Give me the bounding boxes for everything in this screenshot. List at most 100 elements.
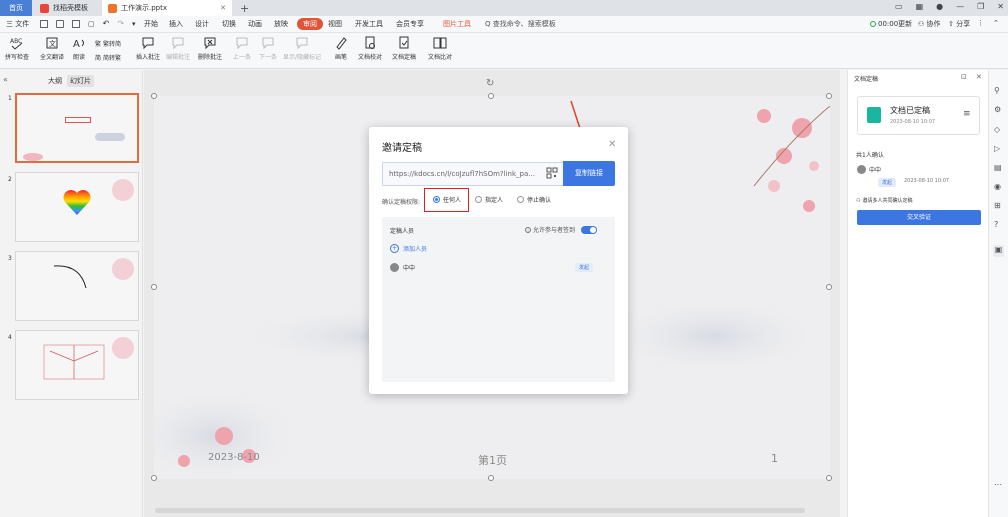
next-comment-button[interactable]: 下一条 (259, 36, 277, 61)
file-menu[interactable]: 三 文件 (6, 19, 29, 29)
resize-handle[interactable] (151, 475, 157, 481)
initiator-badge: 发起 (575, 263, 594, 272)
location-icon[interactable]: ◉ (994, 182, 1001, 191)
title-bar: 首页 找稻壳模板 工作演示.pptx ✕ + ▭ ▦ ● — ❐ ✕ (0, 0, 1008, 16)
simplified-button[interactable]: 繁繁转简 (95, 39, 121, 48)
doc-check-button[interactable]: 文档校对 (358, 36, 382, 61)
doc-finalize-label: 文档定稿 (392, 54, 417, 61)
panel-close-icon[interactable]: ✕ (976, 73, 982, 81)
save-icon[interactable] (40, 20, 48, 28)
reviewer-row: 中中 (390, 263, 415, 272)
collapse-ribbon-icon[interactable]: ⌃ (993, 19, 999, 27)
cancel-finalize-button[interactable]: 交叉验证 (857, 210, 981, 225)
insert-comment-button[interactable]: 插入批注 (136, 36, 160, 61)
resize-handle[interactable] (151, 93, 157, 99)
more-menu-icon[interactable]: ⋮ (977, 19, 984, 27)
more-icon[interactable]: ▾ (132, 20, 136, 28)
help-icon[interactable]: ? (994, 220, 998, 229)
doc-finalize-button[interactable]: 文档定稿 (392, 36, 416, 61)
traditional-button[interactable]: 简简转繁 (95, 53, 121, 62)
animation-icon[interactable]: ▷ (994, 144, 1000, 153)
more-icon[interactable]: ⋯ (994, 480, 1002, 489)
rotate-handle-icon[interactable]: ↻ (486, 78, 494, 89)
settings-icon[interactable]: ⚙ (994, 105, 1001, 114)
preview-icon[interactable]: ▢ (88, 20, 95, 28)
menu-review[interactable]: 审阅 (297, 18, 323, 30)
reviewers-label: 定稿人员 (390, 228, 415, 235)
slide-thumb-2[interactable] (15, 172, 139, 242)
home-tab[interactable]: 首页 (0, 0, 32, 16)
close-window-icon[interactable]: ✕ (997, 2, 1004, 11)
tab-slides[interactable]: 幻灯片 (67, 75, 94, 87)
add-tab-button[interactable]: + (240, 2, 249, 15)
share-icon: ⇧ (948, 20, 954, 28)
magic-icon[interactable]: ⚲ (994, 86, 1000, 95)
horizontal-scrollbar[interactable] (155, 508, 805, 513)
delete-comment-button[interactable]: 删除批注 (198, 36, 222, 61)
share-button[interactable]: ⇧ 分享 (948, 19, 970, 29)
redo-icon[interactable]: ↷ (117, 20, 124, 28)
minimize-icon[interactable]: — (956, 2, 964, 11)
status-title: 文档已定稿 (890, 106, 930, 115)
layout-icon[interactable]: ▭ (895, 2, 903, 11)
resize-handle[interactable] (151, 284, 157, 290)
pin-icon[interactable]: ⊡ (961, 73, 967, 81)
full-translate-button[interactable]: 文 全文翻译 (40, 36, 64, 61)
menu-design[interactable]: 设计 (195, 19, 209, 29)
slide-thumb-3[interactable] (15, 251, 139, 321)
resize-handle[interactable] (826, 93, 832, 99)
avatar-icon[interactable]: ● (936, 2, 943, 11)
resize-handle[interactable] (488, 475, 494, 481)
print-icon[interactable] (72, 20, 80, 28)
collab-button[interactable]: ⚇ 协作 (918, 19, 941, 29)
resize-handle[interactable] (826, 475, 832, 481)
menu-start[interactable]: 开始 (144, 19, 158, 29)
share-panel-icon[interactable]: ⊞ (994, 201, 1001, 210)
menu-slideshow[interactable]: 放映 (274, 19, 288, 29)
comment-delete-icon (204, 37, 216, 50)
resize-handle[interactable] (488, 93, 494, 99)
undo-icon[interactable]: ↶ (103, 20, 110, 28)
radio-stop[interactable]: 停止确认 (517, 195, 551, 204)
shape-icon[interactable]: ◇ (994, 125, 1000, 134)
traditional-icon: 简 (95, 55, 102, 62)
tab-outline[interactable]: 大纲 (48, 76, 62, 86)
menu-transition[interactable]: 切换 (222, 19, 236, 29)
copy-link-button[interactable]: 复制链接 (563, 161, 615, 186)
read-aloud-button[interactable]: A 朗读 (72, 36, 86, 61)
menu-picture-tools[interactable]: 图片工具 (443, 19, 471, 29)
command-search[interactable]: Q 查找命令、搜索模板 (485, 19, 556, 29)
sync-status[interactable]: 00:00更新 (870, 19, 912, 29)
spell-check-button[interactable]: ABC 拼写检查 (5, 36, 29, 61)
ink-button[interactable]: 画笔 (334, 36, 348, 61)
slide-thumb-1[interactable] (15, 93, 139, 163)
doc-compare-button[interactable]: 文档比对 (428, 36, 452, 61)
resize-handle[interactable] (826, 284, 832, 290)
close-icon[interactable]: ✕ (608, 139, 616, 150)
grid-icon[interactable]: ▦ (916, 2, 924, 11)
tab-docer[interactable]: 找稻壳模板 (34, 0, 100, 16)
radio-specified[interactable]: 指定人 (475, 195, 503, 204)
allow-checkin-toggle[interactable] (581, 225, 598, 234)
menu-view[interactable]: 视图 (328, 19, 342, 29)
menu-animation[interactable]: 动画 (248, 19, 262, 29)
edit-comment-button[interactable]: 编辑批注 (166, 36, 190, 61)
menu-icon[interactable]: ≡ (963, 109, 971, 119)
tab-ppt-file[interactable]: 工作演示.pptx ✕ (102, 0, 232, 16)
menu-member[interactable]: 会员专享 (396, 19, 424, 29)
collapse-panel-icon[interactable]: « (3, 75, 8, 84)
menu-insert[interactable]: 插入 (169, 19, 183, 29)
menu-developer[interactable]: 开发工具 (355, 19, 383, 29)
share-link-field[interactable]: https://kdocs.cn/l/coJzufl7hSOm?link_pa.… (382, 162, 563, 186)
maximize-icon[interactable]: ❐ (977, 2, 984, 11)
qr-code-icon[interactable] (546, 167, 558, 179)
layers-icon[interactable]: ▤ (994, 163, 1002, 172)
export-icon[interactable] (56, 20, 64, 28)
simplified-label: 繁转简 (103, 41, 122, 48)
show-hide-markup-button[interactable]: 显示/隐藏标记 (283, 36, 321, 61)
add-people-button[interactable]: + 添加人员 (390, 244, 427, 253)
prev-comment-button[interactable]: 上一条 (233, 36, 251, 61)
slide-thumb-4[interactable] (15, 330, 139, 400)
finalize-panel-icon[interactable]: ▣ (993, 245, 1004, 257)
close-tab-icon[interactable]: ✕ (220, 4, 226, 12)
